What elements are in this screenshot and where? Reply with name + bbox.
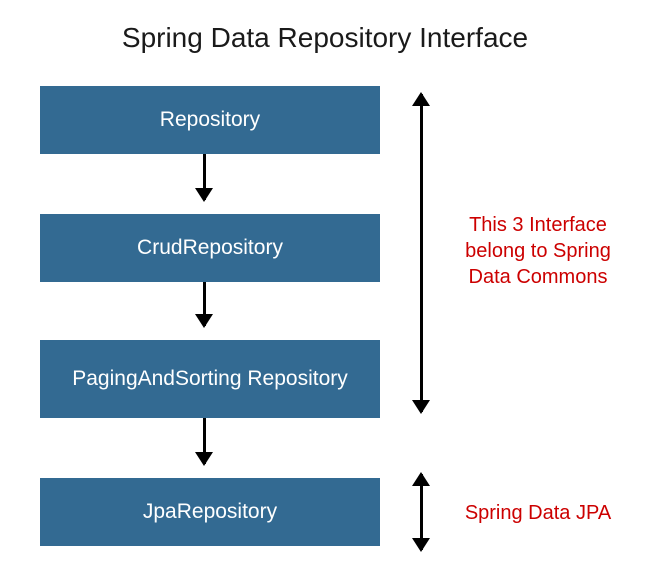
arrow-down-icon [203, 282, 206, 326]
diagram-title: Spring Data Repository Interface [0, 0, 650, 74]
bracket-arrow-icon [420, 94, 423, 412]
diagram-body: Repository CrudRepository PagingAndSorti… [0, 74, 650, 554]
box-label: CrudRepository [137, 235, 283, 260]
arrow-down-icon [203, 418, 206, 464]
bracket-arrow-icon [420, 474, 423, 550]
box-repository: Repository [40, 86, 380, 154]
box-crud-repository: CrudRepository [40, 214, 380, 282]
annotation-spring-data-jpa: Spring Data JPA [448, 500, 628, 526]
box-label: Repository [160, 107, 260, 132]
arrow-down-icon [203, 154, 206, 200]
box-paging-and-sorting-repository: PagingAndSorting Repository [40, 340, 380, 418]
box-jpa-repository: JpaRepository [40, 478, 380, 546]
annotation-spring-data-commons: This 3 Interface belong to Spring Data C… [448, 212, 628, 290]
box-label: JpaRepository [143, 499, 277, 524]
box-label: PagingAndSorting Repository [72, 366, 348, 391]
